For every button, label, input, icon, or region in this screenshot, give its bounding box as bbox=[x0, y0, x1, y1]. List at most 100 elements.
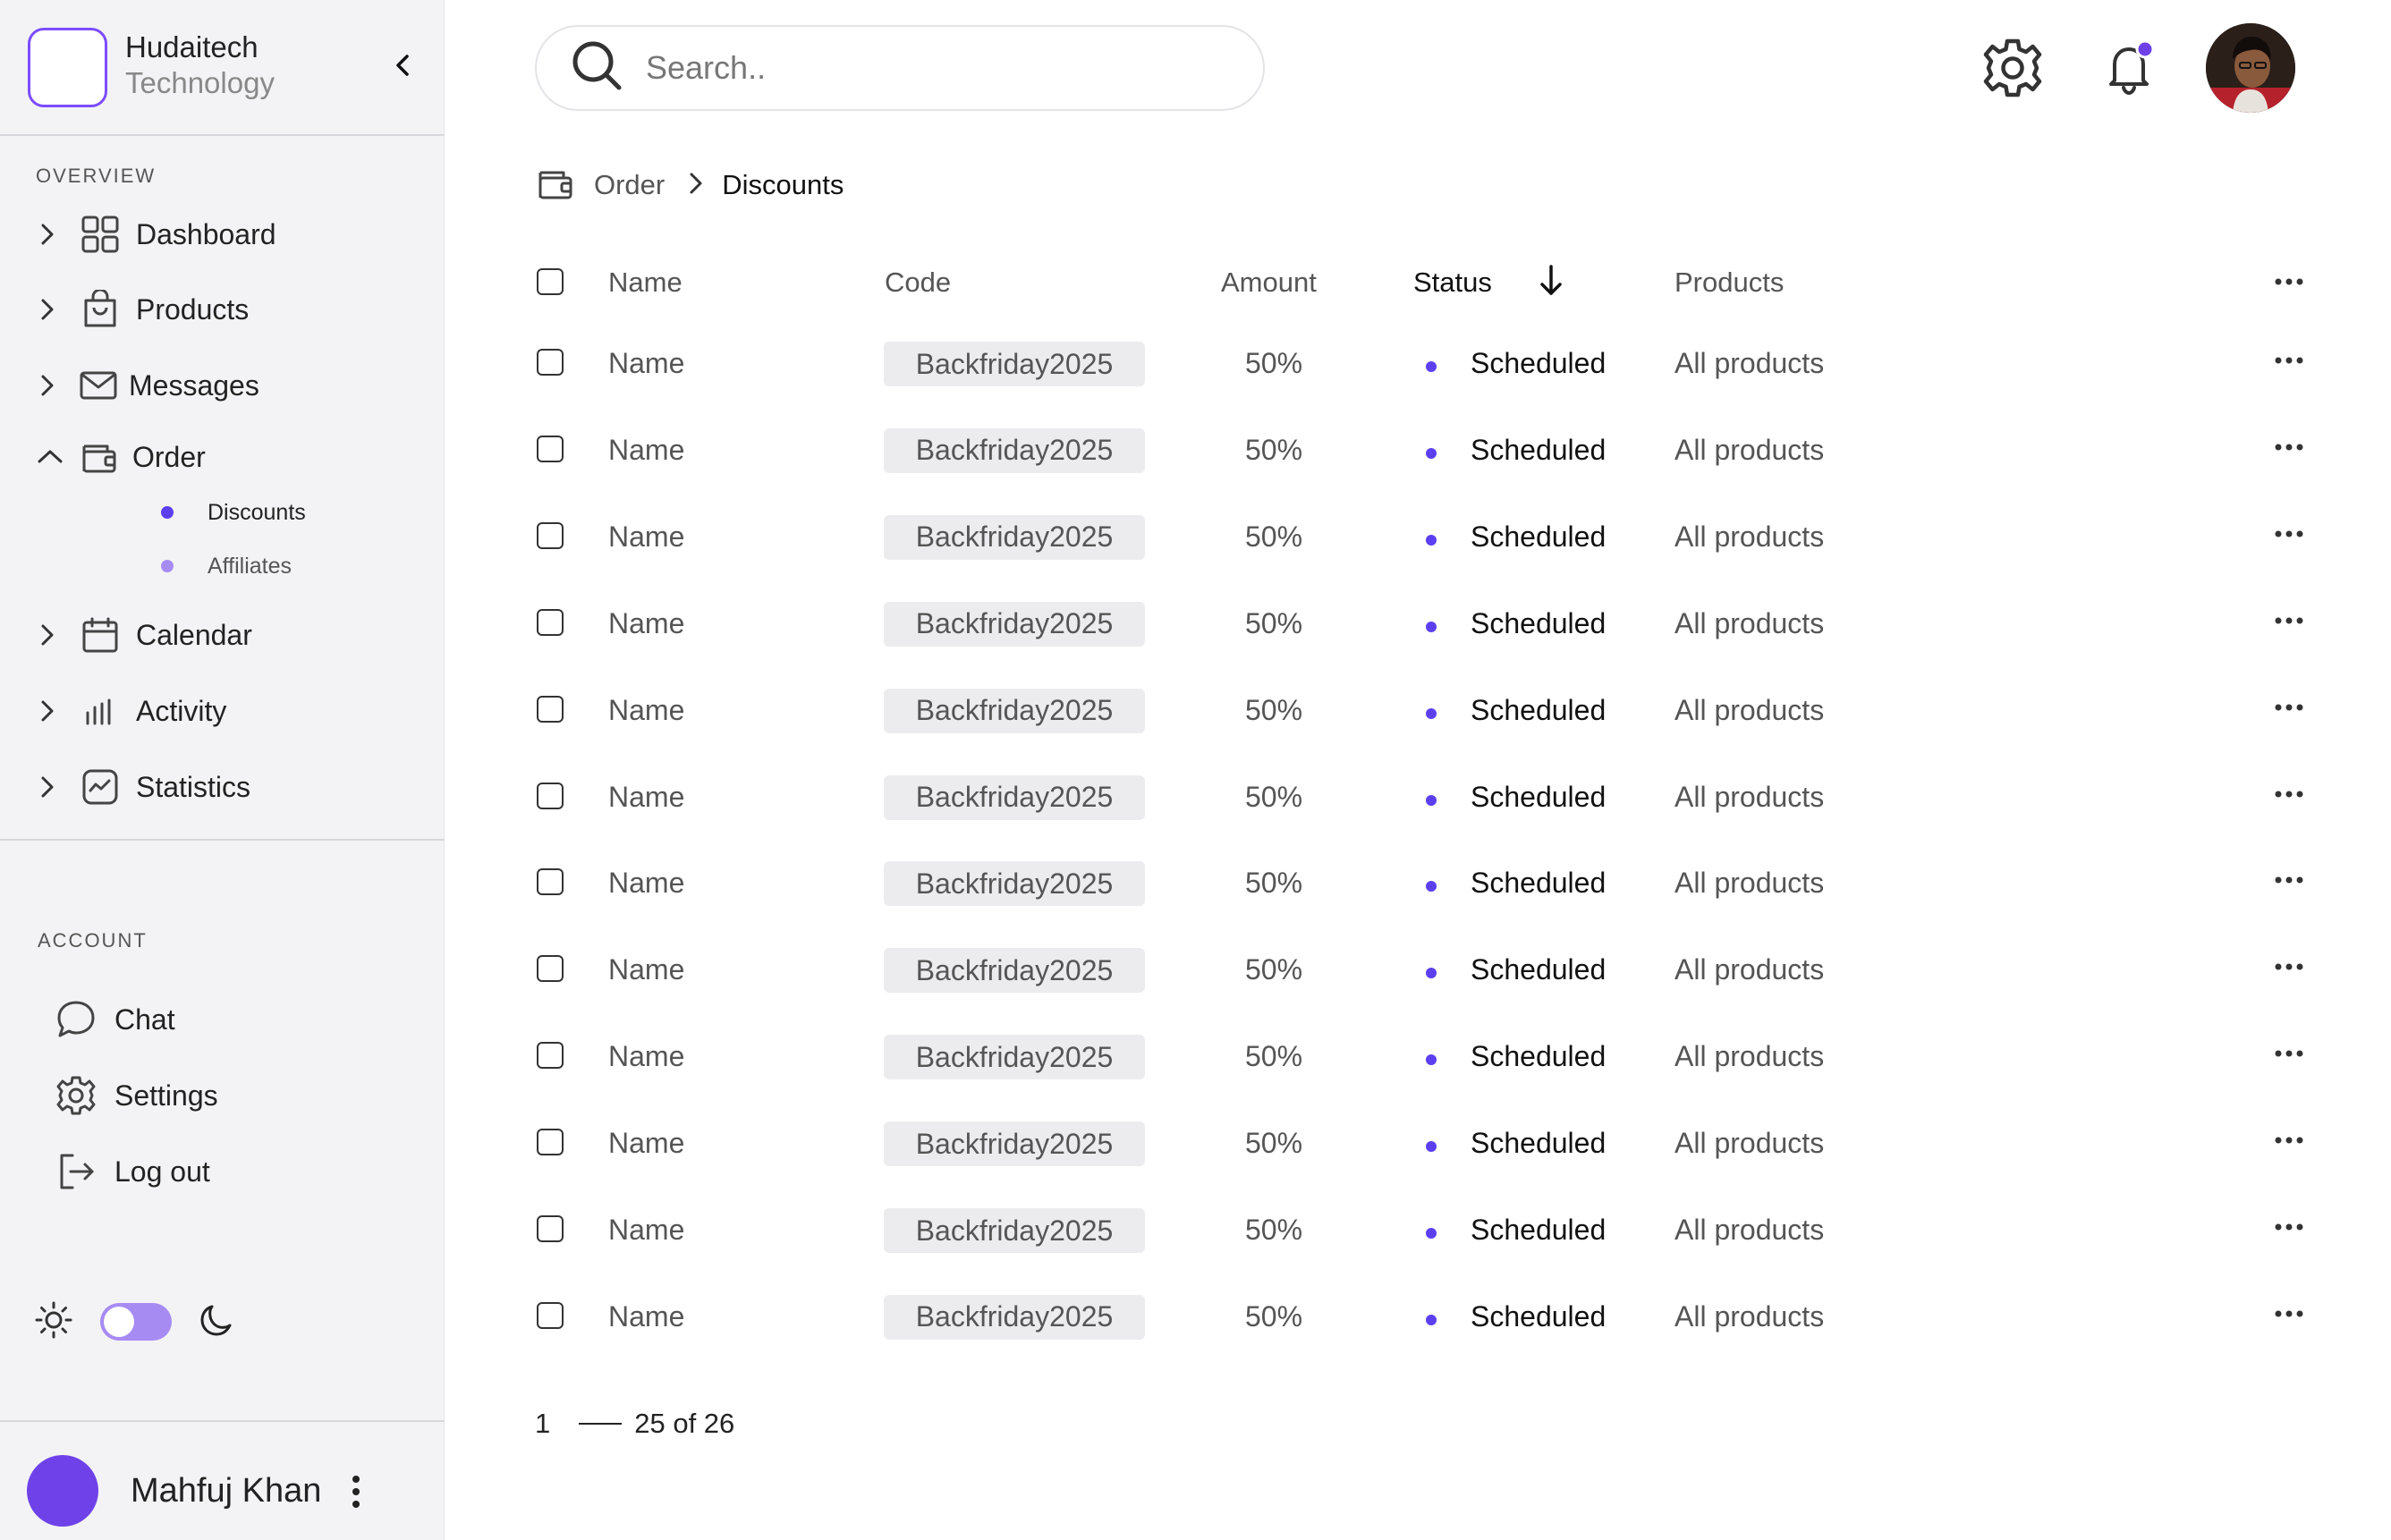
more-horizontal-icon bbox=[2275, 791, 2303, 797]
table-row[interactable]: Name Backfriday2025 50% Scheduled All produc… bbox=[537, 338, 2317, 392]
collapse-sidebar-button[interactable] bbox=[390, 52, 417, 79]
table-row[interactable]: Name Backfriday2025 50% Scheduled All produc… bbox=[537, 685, 2317, 739]
chevron-right-icon bbox=[36, 617, 79, 653]
row-checkbox[interactable] bbox=[537, 521, 564, 549]
cell-name: Name bbox=[608, 867, 685, 900]
theme-toggle[interactable] bbox=[100, 1303, 172, 1341]
row-checkbox[interactable] bbox=[537, 1129, 564, 1156]
column-header-name[interactable]: Name bbox=[608, 267, 683, 299]
row-actions-button[interactable] bbox=[2274, 701, 2304, 714]
search-input[interactable] bbox=[646, 49, 1183, 87]
table-row[interactable]: Name Backfriday2025 50% Scheduled All produc… bbox=[537, 772, 2317, 825]
discount-code-chip: Backfriday2025 bbox=[884, 1208, 1145, 1253]
sidebar-item-settings[interactable]: Settings bbox=[52, 1069, 218, 1122]
chevron-right-icon bbox=[36, 693, 79, 729]
row-actions-button[interactable] bbox=[2274, 1307, 2304, 1320]
logout-icon bbox=[52, 1150, 100, 1193]
discount-code-chip: Backfriday2025 bbox=[884, 514, 1145, 560]
sidebar-item-order[interactable]: Order bbox=[36, 430, 206, 484]
gear-icon bbox=[1983, 38, 2042, 97]
row-checkbox[interactable] bbox=[537, 608, 564, 636]
breadcrumb-parent[interactable]: Order bbox=[594, 169, 665, 201]
sidebar-subitem-label: Discounts bbox=[208, 499, 306, 525]
row-checkbox[interactable] bbox=[537, 955, 564, 983]
row-checkbox[interactable] bbox=[537, 782, 564, 809]
column-header-products[interactable]: Products bbox=[1675, 267, 1784, 299]
table-row[interactable]: Name Backfriday2025 50% Scheduled All produc… bbox=[537, 512, 2317, 565]
pagination-dash bbox=[579, 1423, 623, 1425]
sidebar-item-label: Messages bbox=[129, 368, 259, 402]
section-label-account: ACCOUNT bbox=[38, 929, 148, 952]
table-row[interactable]: Name Backfriday2025 50% Scheduled All produc… bbox=[537, 1118, 2317, 1172]
cell-products: All products bbox=[1675, 1214, 1825, 1246]
row-checkbox[interactable] bbox=[537, 1042, 564, 1070]
table-row[interactable]: Name Backfriday2025 50% Scheduled All produc… bbox=[537, 1031, 2317, 1085]
row-actions-button[interactable] bbox=[2274, 1047, 2304, 1060]
row-actions-button[interactable] bbox=[2274, 614, 2304, 627]
brand-logo[interactable] bbox=[28, 28, 107, 107]
column-options-button[interactable] bbox=[2274, 275, 2304, 288]
sidebar-item-products[interactable]: Products bbox=[36, 283, 249, 336]
row-actions-button[interactable] bbox=[2274, 441, 2304, 453]
row-actions-button[interactable] bbox=[2274, 354, 2304, 367]
sun-icon bbox=[34, 1300, 73, 1344]
table-row[interactable]: Name Backfriday2025 50% Scheduled All produc… bbox=[537, 1291, 2317, 1345]
select-all-checkbox[interactable] bbox=[537, 268, 564, 295]
cell-status: Scheduled bbox=[1471, 606, 1607, 639]
profile-avatar[interactable] bbox=[2206, 23, 2295, 113]
row-checkbox[interactable] bbox=[537, 868, 564, 896]
column-header-code[interactable]: Code bbox=[885, 267, 951, 299]
app: Hudaitech Technology OVERVIEW Dashboard … bbox=[0, 0, 2391, 1540]
cell-name: Name bbox=[608, 780, 685, 813]
cell-amount: 50% bbox=[1245, 780, 1303, 813]
row-actions-button[interactable] bbox=[2274, 788, 2304, 800]
user-menu-button[interactable] bbox=[347, 1472, 365, 1511]
sidebar-item-activity[interactable]: Activity bbox=[36, 684, 226, 738]
table-row[interactable]: Name Backfriday2025 50% Scheduled All produc… bbox=[537, 944, 2317, 998]
sidebar-item-dashboard[interactable]: Dashboard bbox=[36, 207, 276, 261]
table-row[interactable]: Name Backfriday2025 50% Scheduled All produc… bbox=[537, 858, 2317, 911]
wallet-icon bbox=[537, 164, 576, 207]
column-header-status[interactable]: Status bbox=[1413, 267, 1492, 299]
row-checkbox[interactable] bbox=[537, 435, 564, 462]
cell-products: All products bbox=[1675, 693, 1825, 726]
row-actions-button[interactable] bbox=[2274, 528, 2304, 540]
cell-status: Scheduled bbox=[1471, 953, 1607, 986]
row-actions-button[interactable] bbox=[2274, 874, 2304, 886]
sidebar-item-chat[interactable]: Chat bbox=[52, 993, 175, 1046]
stats-icon bbox=[79, 766, 122, 808]
row-checkbox[interactable] bbox=[537, 1215, 564, 1242]
sidebar-subitem-discounts[interactable]: Discounts bbox=[161, 495, 306, 530]
sort-desc-icon[interactable] bbox=[1535, 263, 1567, 303]
column-header-amount[interactable]: Amount bbox=[1221, 267, 1317, 299]
row-actions-button[interactable] bbox=[2274, 1221, 2304, 1233]
settings-button[interactable] bbox=[1980, 36, 2045, 100]
status-dot bbox=[1426, 534, 1437, 546]
more-horizontal-icon bbox=[2275, 704, 2303, 711]
sidebar-item-statistics[interactable]: Statistics bbox=[36, 760, 250, 814]
table-row[interactable]: Name Backfriday2025 50% Scheduled All produc… bbox=[537, 425, 2317, 478]
row-checkbox[interactable] bbox=[537, 349, 564, 376]
sidebar-item-calendar[interactable]: Calendar bbox=[36, 608, 252, 662]
row-checkbox[interactable] bbox=[537, 1301, 564, 1329]
sidebar: Hudaitech Technology OVERVIEW Dashboard … bbox=[0, 0, 445, 1540]
notifications-button[interactable] bbox=[2097, 36, 2161, 100]
more-horizontal-icon bbox=[2275, 444, 2303, 451]
sidebar-item-messages[interactable]: Messages bbox=[36, 359, 259, 412]
logout-button[interactable]: Log out bbox=[52, 1145, 210, 1198]
moon-icon bbox=[199, 1302, 234, 1342]
cell-products: All products bbox=[1675, 1299, 1825, 1333]
row-actions-button[interactable] bbox=[2274, 960, 2304, 973]
cell-name: Name bbox=[608, 1214, 685, 1246]
sidebar-subitem-affiliates[interactable]: Affiliates bbox=[161, 548, 292, 584]
table-row[interactable]: Name Backfriday2025 50% Scheduled All produc… bbox=[537, 598, 2317, 652]
cell-name: Name bbox=[608, 520, 685, 553]
row-checkbox[interactable] bbox=[537, 695, 564, 723]
user-avatar[interactable] bbox=[27, 1455, 98, 1527]
cell-amount: 50% bbox=[1245, 433, 1303, 466]
chevron-right-icon bbox=[686, 169, 706, 202]
discount-code-chip: Backfriday2025 bbox=[884, 1294, 1145, 1340]
row-actions-button[interactable] bbox=[2274, 1134, 2304, 1147]
table-row[interactable]: Name Backfriday2025 50% Scheduled All produc… bbox=[537, 1205, 2317, 1258]
cell-name: Name bbox=[608, 347, 685, 379]
